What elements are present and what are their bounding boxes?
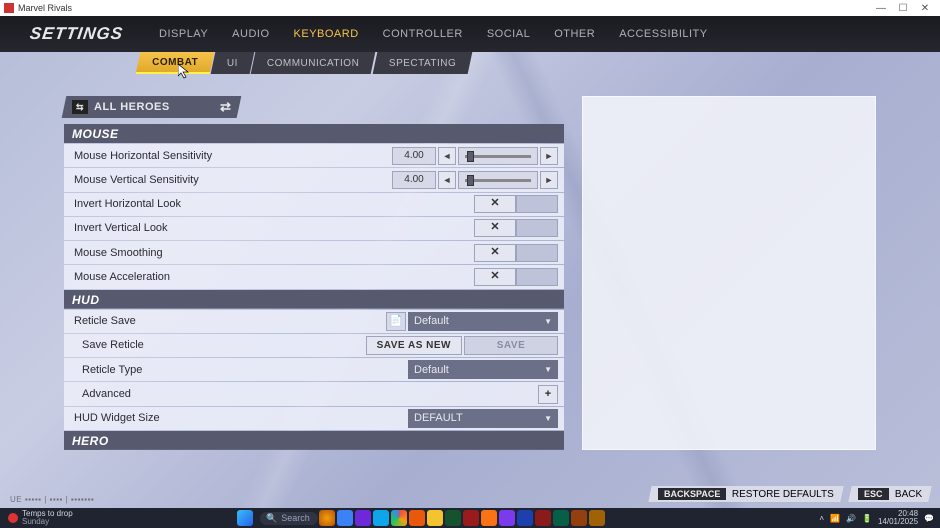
hsens-dec[interactable]: ◄ (438, 147, 456, 165)
row-invh: Invert Horizontal Look ✕ (64, 193, 564, 216)
taskbar-app[interactable] (463, 510, 479, 526)
system-tray[interactable]: ˄ 📶 🔊 🔋 20:48 14/01/2025 💬 (819, 510, 934, 526)
taskbar-app[interactable] (373, 510, 389, 526)
tab-audio[interactable]: AUDIO (220, 16, 281, 52)
vsens-dec[interactable]: ◄ (438, 171, 456, 189)
smooth-toggle-alt[interactable] (516, 244, 558, 262)
save-button[interactable]: SAVE (464, 336, 558, 355)
vsens-value[interactable]: 4.00 (392, 171, 436, 189)
accel-toggle-alt[interactable] (516, 268, 558, 286)
game-viewport: SETTINGS DISPLAY AUDIO KEYBOARD CONTROLL… (0, 16, 940, 508)
hero-icon: ⇆ (72, 100, 88, 114)
tab-social[interactable]: SOCIAL (475, 16, 542, 52)
row-smooth: Mouse Smoothing ✕ (64, 241, 564, 264)
footer-hints: BACKSPACE RESTORE DEFAULTS ESC BACK (650, 486, 930, 502)
accel-toggle[interactable]: ✕ (474, 268, 516, 286)
preview-panel (582, 96, 876, 450)
chrome-icon[interactable] (391, 510, 407, 526)
tab-other[interactable]: OTHER (542, 16, 607, 52)
section-mouse: MOUSE (64, 124, 564, 143)
notifications-icon[interactable]: 💬 (924, 514, 934, 523)
start-button[interactable] (237, 510, 253, 526)
subtab-bar: COMBAT UI COMMUNICATION SPECTATING (0, 52, 940, 74)
invh-toggle-alt[interactable] (516, 195, 558, 213)
row-reticle-type: Reticle Type Default▼ (64, 358, 564, 381)
subtab-communication[interactable]: COMMUNICATION (251, 52, 376, 74)
taskbar-app[interactable] (535, 510, 551, 526)
row-accel: Mouse Acceleration ✕ (64, 265, 564, 288)
battery-icon[interactable]: 🔋 (862, 514, 872, 523)
row-save-reticle: Save Reticle SAVE AS NEW SAVE (64, 334, 564, 357)
weather-widget[interactable]: Temps to drop Sunday (2, 508, 73, 528)
file-explorer-icon[interactable] (427, 510, 443, 526)
tab-display[interactable]: DISPLAY (147, 16, 220, 52)
firefox-icon[interactable] (409, 510, 425, 526)
subtab-ui[interactable]: UI (211, 52, 255, 74)
windows-taskbar: 🔍Search ˄ 📶 🔊 🔋 20:48 14/01/2025 💬 (0, 508, 940, 528)
taskbar-search[interactable]: 🔍Search (260, 512, 318, 525)
reticle-file-icon[interactable]: 📄 (386, 312, 406, 331)
maximize-button[interactable]: ☐ (892, 3, 914, 14)
reticle-type-dropdown[interactable]: Default▼ (408, 360, 558, 379)
tab-accessibility[interactable]: ACCESSIBILITY (607, 16, 719, 52)
tab-keyboard[interactable]: KEYBOARD (282, 16, 371, 52)
reticle-save-dropdown[interactable]: Default▼ (408, 312, 558, 331)
section-hud: HUD (64, 290, 564, 309)
row-hsens: Mouse Horizontal Sensitivity 4.00 ◄ ► (64, 144, 564, 167)
taskbar-app[interactable] (553, 510, 569, 526)
chevron-down-icon: ▼ (544, 365, 552, 374)
app-icon (4, 3, 14, 13)
taskbar-app[interactable] (355, 510, 371, 526)
hero-selector-label: ALL HEROES (94, 101, 170, 113)
hsens-slider[interactable] (458, 147, 538, 165)
subtab-combat[interactable]: COMBAT (136, 52, 215, 74)
row-widget: HUD Widget Size DEFAULT▼ (64, 407, 564, 430)
row-vsens: Mouse Vertical Sensitivity 4.00 ◄ ► (64, 168, 564, 191)
restore-defaults-hint[interactable]: BACKSPACE RESTORE DEFAULTS (648, 486, 844, 502)
build-text: UE ▪▪▪▪▪ | ▪▪▪▪ | ▪▪▪▪▪▪▪ (10, 495, 94, 504)
hero-selector[interactable]: ⇆ ALL HEROES ⇄ (62, 96, 242, 118)
settings-title: SETTINGS (29, 24, 125, 44)
weather-icon (8, 513, 18, 523)
close-button[interactable]: ✕ (914, 3, 936, 14)
advanced-expand[interactable]: + (538, 385, 558, 404)
settings-header: SETTINGS DISPLAY AUDIO KEYBOARD CONTROLL… (0, 16, 940, 52)
taskbar-app[interactable] (445, 510, 461, 526)
taskbar-app[interactable] (499, 510, 515, 526)
taskbar-app[interactable] (589, 510, 605, 526)
tab-controller[interactable]: CONTROLLER (371, 16, 475, 52)
hsens-inc[interactable]: ► (540, 147, 558, 165)
invv-toggle[interactable]: ✕ (474, 219, 516, 237)
window-titlebar: Marvel Rivals ― ☐ ✕ (0, 0, 940, 16)
vlc-icon[interactable] (481, 510, 497, 526)
vsens-inc[interactable]: ► (540, 171, 558, 189)
row-advanced: Advanced + (64, 382, 564, 405)
settings-list: ⇆ ALL HEROES ⇄ MOUSE Mouse Horizontal Se… (64, 96, 564, 450)
subtab-spectating[interactable]: SPECTATING (372, 52, 472, 74)
back-hint[interactable]: ESC BACK (849, 486, 932, 502)
search-icon: 🔍 (266, 513, 277, 524)
chevron-down-icon: ▼ (544, 414, 552, 423)
photoshop-icon[interactable] (517, 510, 533, 526)
wifi-icon[interactable]: 📶 (830, 514, 840, 523)
chevron-up-icon[interactable]: ˄ (819, 514, 824, 523)
chevron-down-icon: ▼ (544, 317, 552, 326)
vsens-slider[interactable] (458, 171, 538, 189)
invh-toggle[interactable]: ✕ (474, 195, 516, 213)
taskbar-app[interactable] (571, 510, 587, 526)
taskbar-app[interactable] (319, 510, 335, 526)
volume-icon[interactable]: 🔊 (846, 514, 856, 523)
row-invv: Invert Vertical Look ✕ (64, 217, 564, 240)
hsens-value[interactable]: 4.00 (392, 147, 436, 165)
row-reticle-save: Reticle Save 📄 Default▼ (64, 310, 564, 333)
window-title: Marvel Rivals (18, 3, 72, 13)
swap-icon: ⇄ (220, 99, 231, 115)
minimize-button[interactable]: ― (870, 3, 892, 14)
invv-toggle-alt[interactable] (516, 219, 558, 237)
smooth-toggle[interactable]: ✕ (474, 244, 516, 262)
save-as-new-button[interactable]: SAVE AS NEW (366, 336, 462, 355)
taskbar-app[interactable] (337, 510, 353, 526)
widget-dropdown[interactable]: DEFAULT▼ (408, 409, 558, 428)
section-hero: HERO (64, 431, 564, 450)
